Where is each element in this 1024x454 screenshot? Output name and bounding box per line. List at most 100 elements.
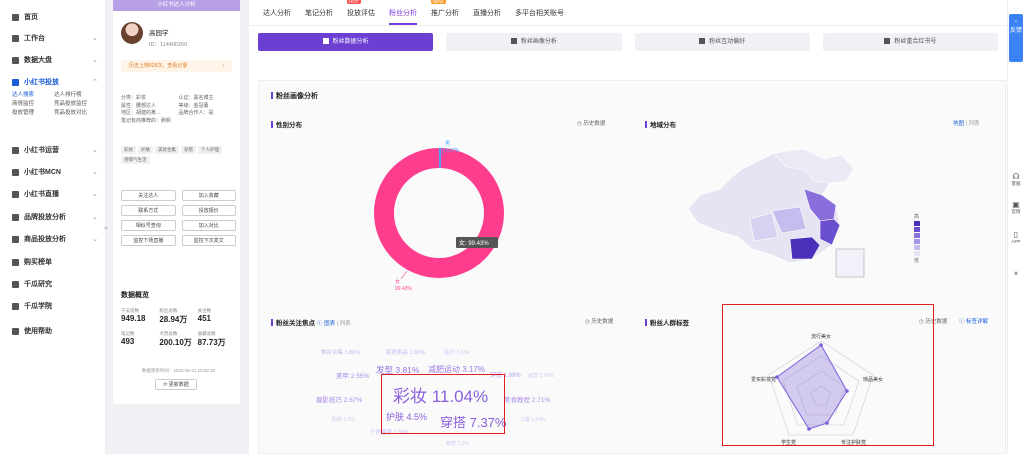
sidebar-item[interactable]: 小红书运营 ⌄ (0, 139, 106, 161)
sub-tabs: 粉丝数据分析 粉丝画像分析 粉丝互动偏好 粉丝重合红书号 (258, 33, 998, 51)
info-row: 地区：胡建的某... 品牌合作人：是 (121, 110, 236, 118)
sidebar-item[interactable]: 商品投放分析 ⌄ (0, 228, 106, 250)
profile-tag: 穿搭 (181, 146, 196, 154)
sidebar: 首页工作台 ⌄ 数据大盘 ⌄ 小红书投放 ⌃ 小红书运营 ⌄ 小红书MCN ⌄ 小红书直播 ⌄ 品牌投放… (0, 0, 106, 454)
subtab-icon (699, 38, 706, 44)
subtab-1[interactable]: 粉丝画像分析 (446, 33, 622, 51)
tags-help-link[interactable]: ⓘ 标签详解 (959, 317, 988, 325)
profile-action-button[interactable]: 加入对比 (181, 220, 236, 231)
menu-icon (12, 56, 19, 64)
profile-header: 小红书达人分析 (113, 0, 240, 11)
tab-6[interactable]: 多平台相关账号 (515, 8, 564, 25)
tab-1[interactable]: 笔记分析 (305, 8, 333, 25)
history-rank-text: 历史上榜628次，查看记录 (129, 63, 188, 69)
profile-action-button[interactable]: 联系方式 (121, 205, 176, 216)
keyword[interactable]: 萌宠 1.2% (446, 440, 469, 447)
profile-action-button[interactable]: 监控下次发文 (181, 235, 236, 246)
sidebar-item-label: 商品投放分析 (24, 236, 66, 243)
sidebar-item[interactable]: 千瓜研究 (0, 273, 106, 295)
tab-0[interactable]: 达人分析 (263, 8, 291, 25)
south-china-sea-inset (835, 248, 865, 278)
sidebar-item[interactable]: 小红书直播 ⌄ (0, 183, 106, 205)
gender-donut-chart: 男 0.57% 女 99.43% 女: 99.43% (374, 141, 504, 292)
history-rank-link[interactable]: 历史上榜628次，查看记录 › (121, 60, 232, 72)
menu-icon (12, 34, 19, 42)
map-view-link[interactable]: 地图 (953, 121, 964, 127)
sidebar-subitem[interactable]: 达人排行榜 (54, 91, 96, 100)
tab-3[interactable]: 粉丝分析 (389, 8, 417, 25)
keyword[interactable]: 美食教程 2.71% (504, 394, 550, 404)
sidebar-item[interactable]: 首页 (0, 6, 106, 28)
profile-action-button[interactable]: 监控下场直播 (121, 235, 176, 246)
sidebar-subitem[interactable]: 达人搜索 (12, 91, 54, 100)
collapse-sidebar-icon[interactable]: « (104, 225, 112, 237)
sidebar-item[interactable]: 工作台 ⌄ (0, 27, 106, 49)
profile-action-button[interactable]: 相似号查询 (121, 220, 176, 231)
update-time: 数据更新时间：2022-05-31 10:02:30 (141, 368, 216, 373)
focus-list-link[interactable]: 列表 (340, 321, 351, 327)
focus-history-link[interactable]: ◷ 历史数据 (585, 317, 613, 325)
sidebar-item[interactable]: 数据大盘 ⌄ (0, 49, 106, 71)
profile-panel: 小红书达人分析 高园学 ID：114400260 历史上榜628次，查看记录 › … (113, 0, 240, 404)
overview-stat-value: 28.94万 (159, 315, 188, 324)
tags-title-text: 粉丝人群标签 (650, 320, 689, 327)
map-legend: 高 低 (914, 213, 934, 264)
help-icon: ⓘ (959, 319, 967, 325)
sidebar-item-label: 小红书投放 (24, 79, 59, 86)
feedback-button[interactable]: ‹ 反馈 (1009, 14, 1023, 62)
info-row: 笔记有商推荐的：刷帆 (121, 118, 236, 126)
sidebar-subitem[interactable]: 竞品投放对比 (54, 109, 96, 118)
subtab-0[interactable]: 粉丝数据分析 (258, 33, 434, 51)
keyword[interactable]: 音乐 1.6% (444, 348, 469, 356)
list-view-link[interactable]: 列表 (969, 121, 980, 127)
profile-action-button[interactable]: 投放报价 (181, 205, 236, 216)
sidebar-subitem[interactable]: 商情监控 (12, 100, 54, 109)
overview-stat: 千瓜指数 949.18 (121, 308, 159, 325)
sidebar-subitems: 达人搜索 达人排行榜 商情监控 竞品投放监控 投放管理 竞品投放对比 (0, 91, 106, 118)
sidebar-subitem[interactable]: 投放管理 (12, 109, 54, 118)
profile-tags: 彩妆 护肤 美妆合集 穿搭 个人护理感情气生活 (121, 146, 236, 166)
overview-stat: 关注数 451 (198, 308, 236, 325)
sidebar-subitem[interactable]: 竞品投放监控 (54, 100, 96, 109)
profile-action-button[interactable]: 加入收藏 (181, 190, 236, 201)
app-button[interactable]: ▯ APP (1009, 230, 1023, 244)
male-label: 男 (445, 141, 450, 147)
sidebar-item[interactable]: 小红书投放 ⌃ (0, 71, 106, 93)
info-cell: 分类：彩妆 (121, 95, 147, 101)
right-rail (1007, 0, 1024, 454)
tab-5[interactable]: 直播分析 (473, 8, 501, 25)
sidebar-item[interactable]: 品牌投放分析 ⌄ (0, 206, 106, 228)
back-to-top-icon[interactable]: ⌅ (1009, 268, 1023, 277)
keyword[interactable]: 美妆合集 1.86% (321, 348, 360, 356)
tab-2[interactable]: 投放评估 HOT (347, 0, 375, 25)
keyword[interactable]: 三餐 1.64% (520, 416, 546, 423)
female-slice[interactable] (374, 148, 504, 278)
sidebar-item-label: 工作台 (24, 35, 45, 42)
subtab-2[interactable]: 粉丝互动偏好 (634, 33, 810, 51)
tab-4[interactable]: 推广分析 NEW (431, 0, 459, 25)
subtab-icon (510, 38, 517, 44)
chevron-down-icon: ⌄ (92, 35, 98, 42)
overview-stat-value: 200.10万 (159, 338, 192, 347)
service-button[interactable]: ☊ 客服 (1009, 172, 1023, 187)
gender-title: 性别分布 (271, 119, 302, 129)
sidebar-item[interactable]: 千瓜学院 (0, 295, 106, 317)
help-icon[interactable]: ⓘ (317, 321, 323, 327)
keyword[interactable]: 运营 1.54% (528, 372, 554, 379)
keyword[interactable]: 家居用品 1.65% (386, 348, 425, 356)
profile-action-button[interactable]: 关注达人 (121, 190, 176, 201)
official-button[interactable]: ▣ 官情 (1009, 200, 1023, 215)
subtab-label: 粉丝互动偏好 (709, 39, 746, 45)
tab-label: 粉丝分析 (389, 10, 417, 17)
keyword[interactable]: 美甲 2.55% (336, 370, 369, 380)
subtab-3[interactable]: 粉丝重合红书号 (822, 33, 998, 51)
gender-history-link[interactable]: ◷ 历史数据 (577, 119, 605, 127)
keyword[interactable]: 摄影技巧 2.67% (316, 394, 362, 404)
focus-chart-link[interactable]: 图表 (324, 321, 335, 327)
sidebar-item[interactable]: 购买榜单 (0, 251, 106, 273)
update-data-button[interactable]: ⟳ 更新数据 (155, 379, 197, 390)
sidebar-item[interactable]: 使用帮助 (0, 320, 106, 342)
sidebar-item[interactable]: 小红书MCN ⌄ (0, 161, 106, 183)
keyword[interactable]: 职场 1.2% (332, 416, 355, 423)
legend-swatch (914, 233, 920, 238)
